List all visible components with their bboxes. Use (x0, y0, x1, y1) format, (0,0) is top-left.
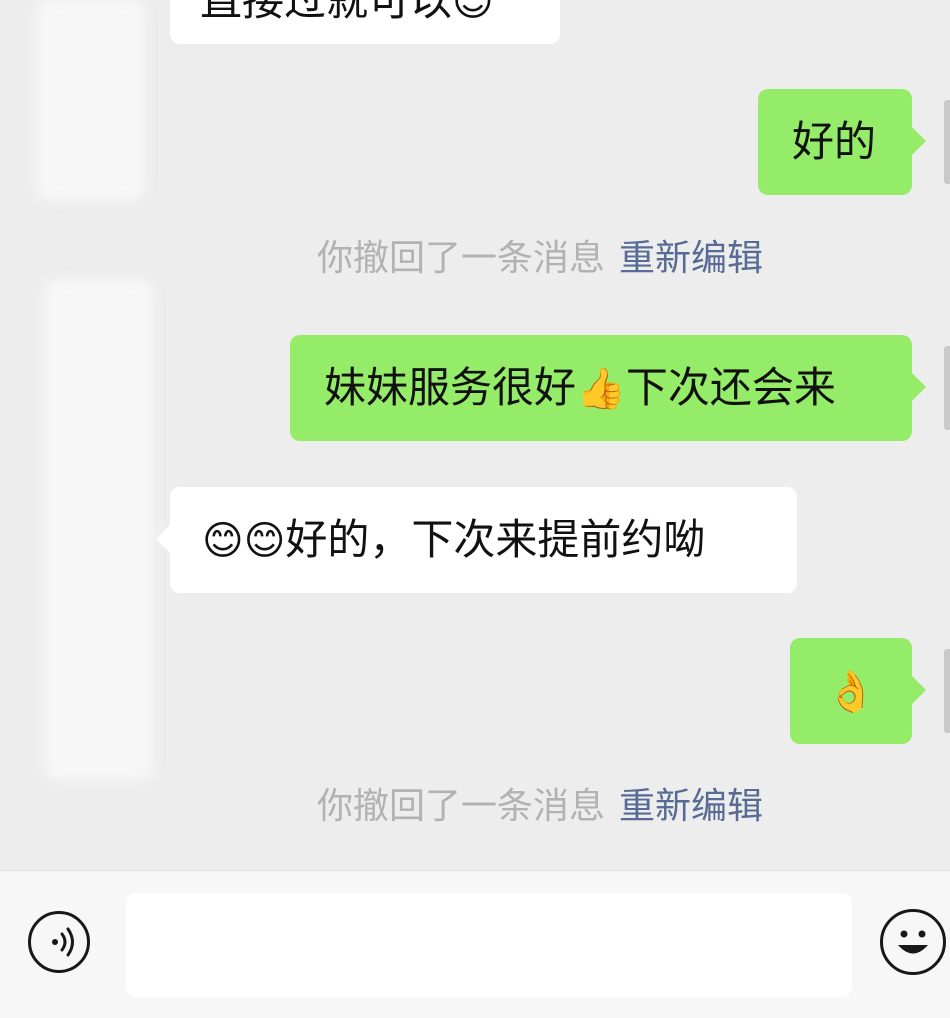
message-outgoing[interactable]: 👌 (790, 638, 926, 744)
ok-hand-emoji-icon: 👌 (826, 669, 876, 715)
message-outgoing[interactable]: 妹妹服务很好👍下次还会来 (290, 335, 926, 441)
redacted-avatar (36, 0, 146, 200)
message-text: 好的 (792, 117, 877, 166)
re-edit-link[interactable]: 重新编辑 (619, 238, 763, 279)
recall-notice-text: 你撤回了一条消息 (316, 238, 605, 279)
recall-notice: 你撤回了一条消息 重新编辑 (0, 237, 950, 281)
redacted-avatar (44, 280, 154, 780)
avatar[interactable] (944, 100, 950, 184)
message-text: 直接过就可以 (200, 0, 453, 25)
thumbs-up-emoji-icon: 👍 (576, 366, 626, 412)
message-input[interactable] (126, 893, 852, 997)
smile-emoji-icon: 😊😊 (202, 518, 286, 564)
smile-emoji-icon: 😊 (452, 0, 494, 25)
message-text: 好的，下次来提前约呦 (285, 515, 706, 564)
emoji-icon[interactable] (880, 909, 946, 975)
recall-notice-text: 你撤回了一条消息 (316, 786, 605, 827)
input-bar (0, 870, 950, 1018)
message-text: 下次还会来 (625, 363, 836, 412)
avatar[interactable] (944, 346, 950, 430)
message-text: 妹妹服务很好 (324, 363, 577, 412)
message-outgoing[interactable]: 好的 (758, 89, 926, 195)
recall-notice: 你撤回了一条消息 重新编辑 (0, 785, 950, 829)
message-incoming[interactable]: 😊😊好的，下次来提前约呦 (156, 487, 797, 593)
message-incoming[interactable]: 直接过就可以😊 (170, 0, 560, 44)
voice-icon[interactable] (28, 911, 90, 973)
avatar[interactable] (944, 649, 950, 733)
chat-area[interactable]: 直接过就可以😊 好的 你撤回了一条消息 重新编辑 妹妹服务很好👍下次还会来 😊😊好… (0, 0, 950, 870)
re-edit-link[interactable]: 重新编辑 (619, 786, 763, 827)
